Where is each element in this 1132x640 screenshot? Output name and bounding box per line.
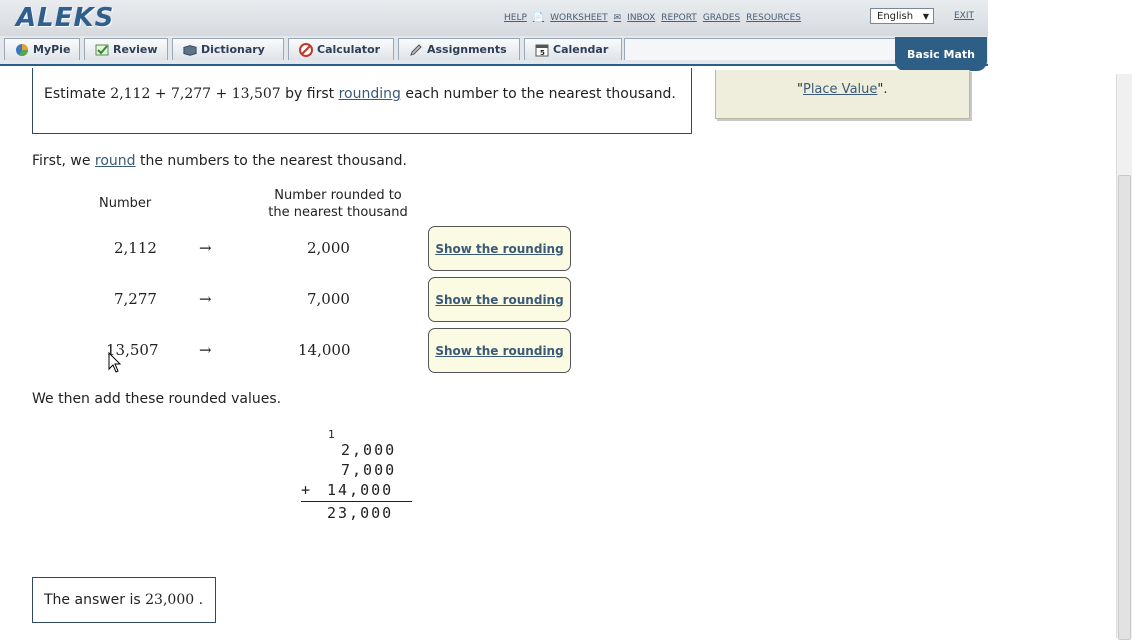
arrow-icon: →: [199, 341, 212, 359]
calculator-icon: [299, 42, 313, 57]
worksheet-link[interactable]: WORKSHEET: [550, 13, 608, 23]
resources-link[interactable]: RESOURCES: [746, 13, 801, 23]
answer-text: The answer is 23,000 .: [44, 592, 203, 608]
show-rounding-button[interactable]: Show the rounding: [428, 328, 571, 373]
rounded-number: 14,000: [298, 341, 351, 359]
book-icon: [183, 44, 197, 56]
first-step-text: First, we round the numbers to the neare…: [32, 153, 407, 169]
tab-calculator[interactable]: Calculator: [288, 38, 394, 60]
tab-filler: [624, 38, 896, 60]
show-rounding-button[interactable]: Show the rounding: [428, 226, 571, 271]
language-select[interactable]: English ▼: [870, 8, 934, 24]
first-suffix: the numbers to the nearest thousand.: [140, 153, 407, 169]
rounding-link[interactable]: rounding: [339, 86, 401, 102]
problem-suffix: each number to the nearest thousand.: [405, 86, 676, 102]
arrow-icon: →: [199, 239, 212, 257]
side-close-quote: ".: [877, 82, 888, 97]
calendar-icon: 5: [535, 44, 549, 57]
tab-label: Calendar: [553, 43, 609, 56]
answer-suffix: .: [198, 592, 204, 608]
answer-prefix: The answer is: [44, 592, 141, 608]
grades-link[interactable]: GRADES: [703, 13, 740, 23]
help-link[interactable]: HELP: [504, 13, 527, 23]
answer-value: 23,000: [145, 592, 195, 608]
tab-label: Calculator: [317, 43, 381, 56]
column-header-rounded: Number rounded to the nearest thousand: [258, 187, 418, 221]
side-panel-text: "Place Value".: [797, 82, 888, 97]
tab-label: Review: [113, 43, 158, 56]
tab-label: MyPie: [33, 43, 71, 56]
language-value: English: [877, 11, 914, 22]
course-name: Basic Math: [895, 37, 987, 71]
problem-middle: by first: [285, 86, 335, 102]
inbox-icon: ✉: [613, 13, 622, 23]
check-icon: [95, 44, 109, 55]
tab-bar: MyPie Review Dictionary Calculator Assig…: [0, 36, 988, 66]
scrollbar-thumb[interactable]: [1118, 175, 1131, 640]
problem-statement: Estimate 2,112 + 7,277 + 13,507 by first…: [44, 86, 676, 102]
addend-1: 2,000: [341, 441, 397, 459]
pie-icon: [16, 43, 28, 56]
tab-label: Dictionary: [201, 43, 265, 56]
original-number: 2,112: [114, 239, 157, 257]
plus-sign: +: [301, 481, 313, 499]
rounded-number: 7,000: [307, 290, 350, 308]
pencil-icon: [410, 43, 422, 56]
original-number: 7,277: [114, 290, 157, 308]
tab-mypie[interactable]: MyPie: [4, 38, 80, 60]
then-add-text: We then add these rounded values.: [32, 391, 282, 407]
column-header-number: Number: [99, 196, 152, 211]
tab-label: Assignments: [427, 43, 507, 56]
mouse-cursor-icon: [108, 352, 122, 373]
header-line: the nearest thousand: [268, 205, 408, 220]
tab-dictionary[interactable]: Dictionary: [172, 38, 284, 60]
place-value-link[interactable]: Place Value: [803, 82, 877, 97]
rounded-number: 2,000: [307, 239, 350, 257]
first-prefix: First, we: [32, 153, 91, 169]
problem-prefix: Estimate: [44, 86, 106, 102]
tab-calendar[interactable]: 5 Calendar: [524, 38, 622, 60]
addend-2: 7,000: [341, 461, 397, 479]
aleks-logo: ALEKS: [16, 3, 115, 33]
round-link[interactable]: round: [95, 153, 136, 169]
tab-review[interactable]: Review: [84, 38, 168, 60]
header-line: Number rounded to: [274, 188, 402, 203]
inbox-link[interactable]: INBOX: [627, 13, 655, 23]
show-rounding-button[interactable]: Show the rounding: [428, 277, 571, 322]
addend-3: 14,000: [327, 481, 394, 499]
svg-text:5: 5: [540, 49, 545, 57]
top-bar: ALEKS HELP 📄 WORKSHEET ✉ INBOX REPORT GR…: [0, 0, 988, 37]
problem-expression: 2,112 + 7,277 + 13,507: [110, 86, 281, 102]
sum-result: 23,000: [327, 504, 394, 522]
tab-assignments[interactable]: Assignments: [398, 38, 520, 60]
arrow-icon: →: [199, 290, 212, 308]
carry-digit: 1: [328, 428, 337, 441]
chevron-down-icon: ▼: [922, 12, 929, 21]
exit-link[interactable]: EXIT: [954, 11, 974, 21]
worksheet-icon: 📄: [532, 13, 545, 23]
top-links: HELP 📄 WORKSHEET ✉ INBOX REPORT GRADES R…: [504, 10, 801, 26]
sum-line: [301, 501, 412, 502]
report-link[interactable]: REPORT: [661, 13, 697, 23]
